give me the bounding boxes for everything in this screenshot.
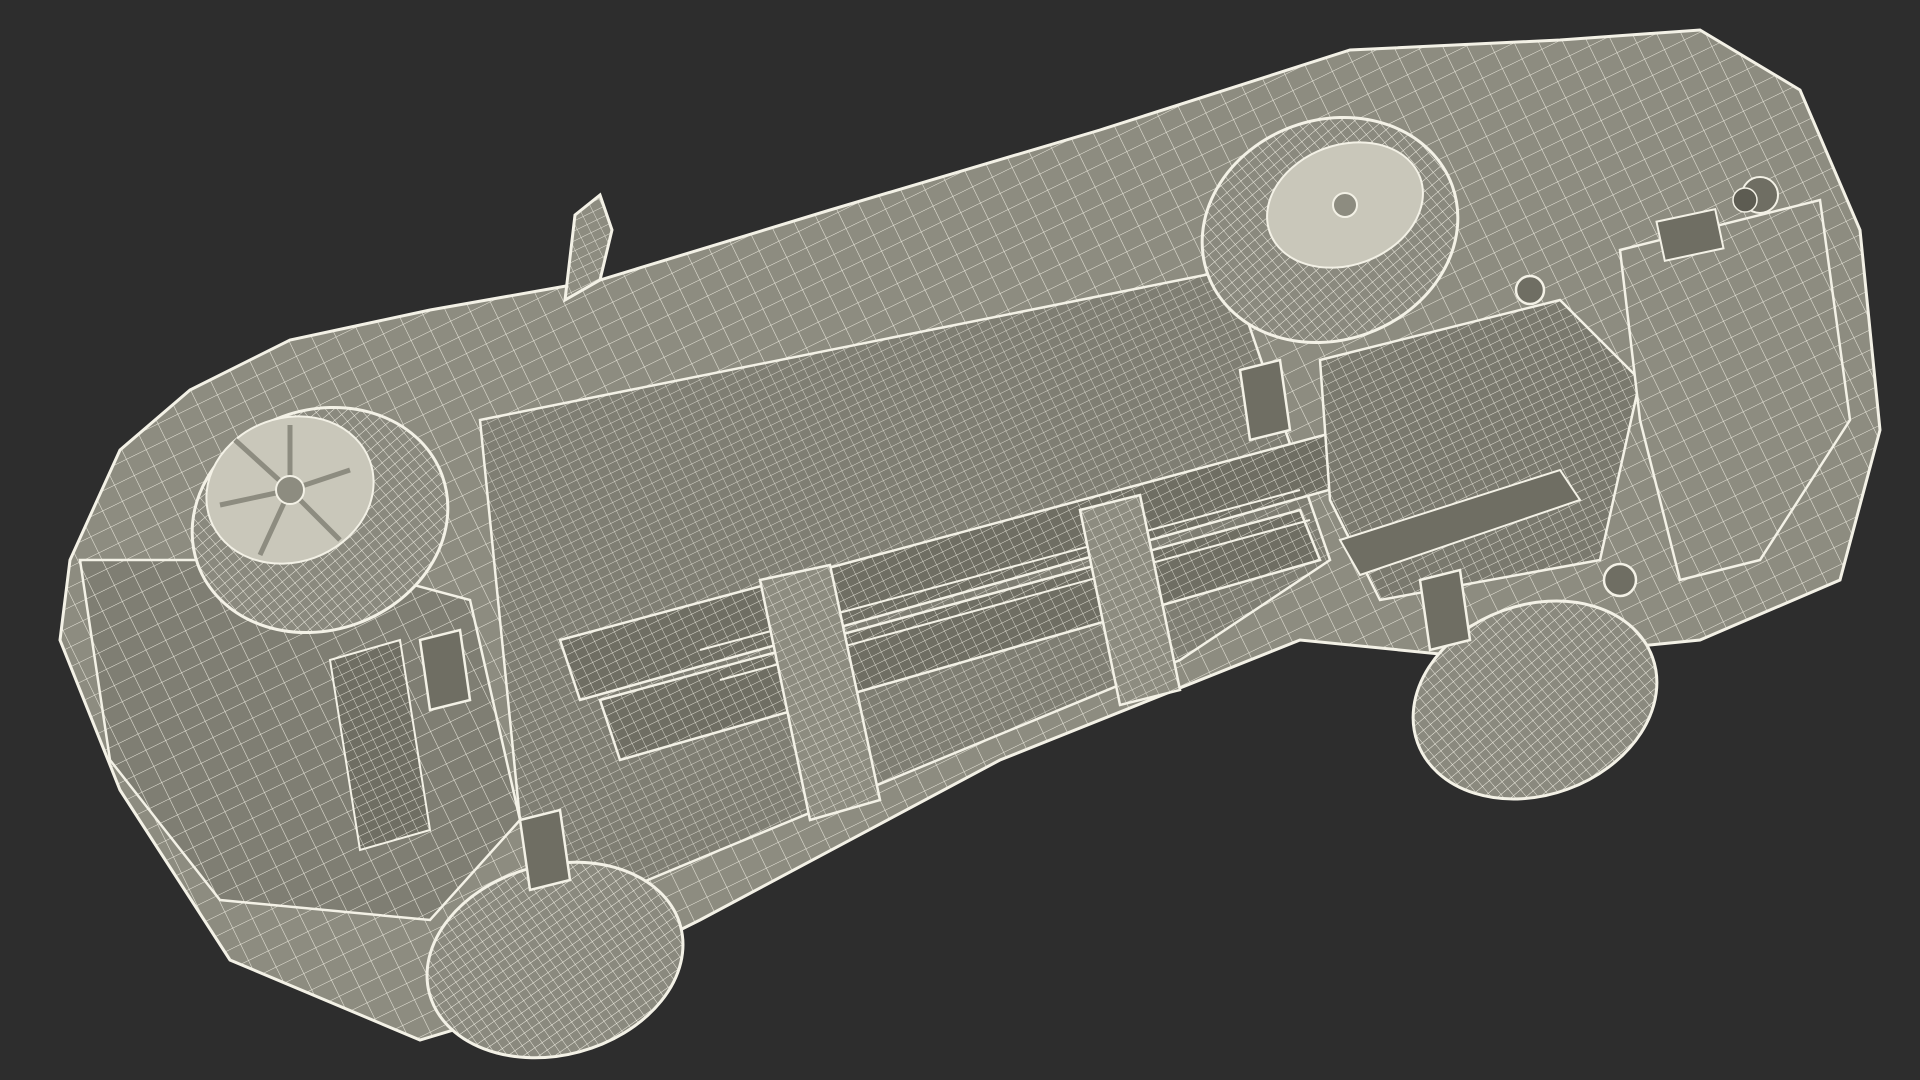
wireframe-render xyxy=(0,0,1920,1080)
viewport xyxy=(0,0,1920,1080)
